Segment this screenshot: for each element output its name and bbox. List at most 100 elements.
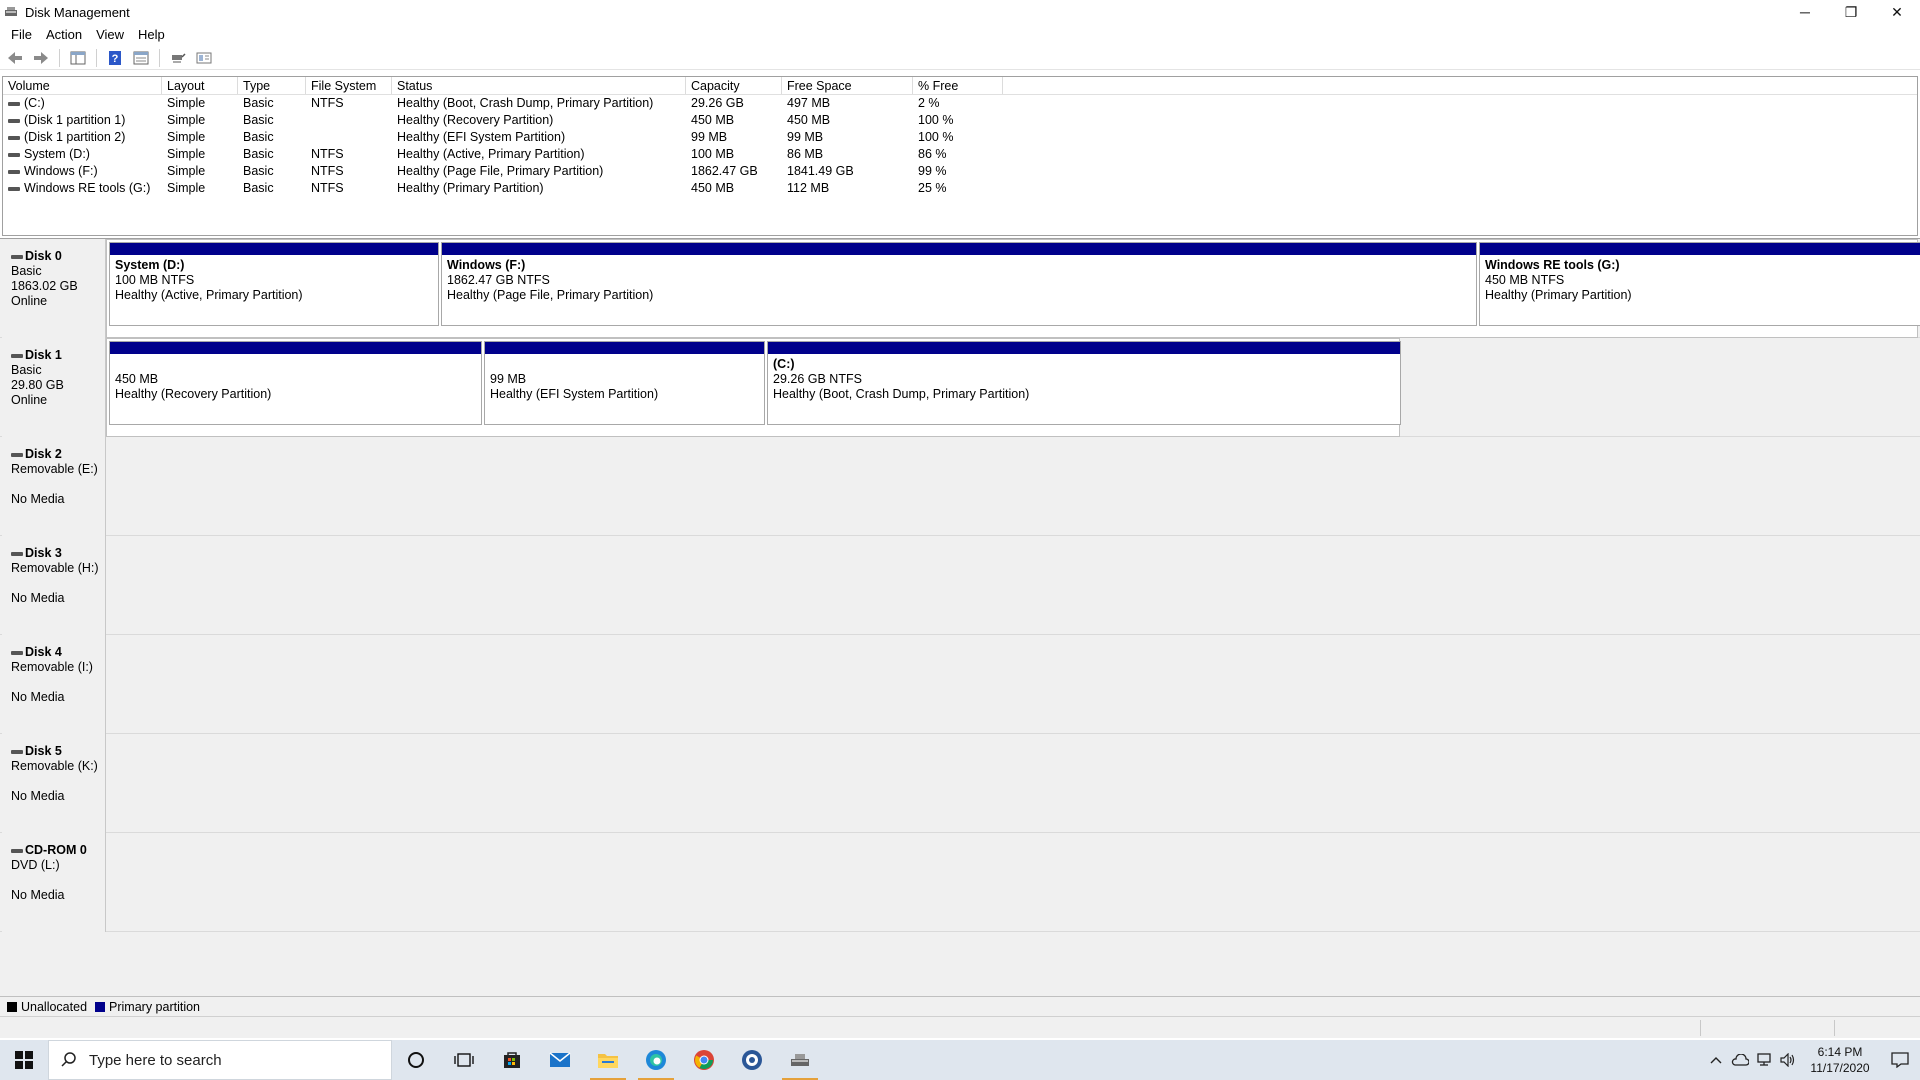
- column-header-percent-free[interactable]: % Free: [913, 77, 1003, 94]
- file-system-cell: [306, 112, 392, 129]
- disk-label[interactable]: Disk 4 Removable (I:) No Media: [2, 635, 106, 734]
- disk-info-line3: Online: [11, 393, 48, 407]
- layout-cell: Simple: [167, 147, 206, 161]
- volume-row[interactable]: System (D:) Simple Basic NTFS Healthy (Activ…: [3, 146, 1917, 163]
- percent-free-cell: 2 %: [918, 96, 940, 110]
- help-icon[interactable]: ?: [104, 48, 126, 68]
- close-button[interactable]: ✕: [1874, 0, 1920, 24]
- legend: Unallocated Primary partition: [0, 996, 1920, 1016]
- disk-label[interactable]: Disk 0 Basic 1863.02 GB Online: [2, 239, 106, 338]
- volume-name: (C:): [24, 96, 45, 110]
- free-space-cell: 450 MB: [787, 113, 831, 127]
- menu-help[interactable]: Help: [131, 27, 172, 42]
- disk-info-line1: Removable (I:): [11, 660, 93, 674]
- partition-status: Healthy (Active, Primary Partition): [115, 288, 303, 302]
- app-icon[interactable]: [728, 1040, 776, 1080]
- chrome-icon[interactable]: [680, 1040, 728, 1080]
- toolbar-separator: [159, 48, 160, 67]
- partition-block[interactable]: (C:) 29.26 GB NTFS Healthy (Boot, Crash Du…: [767, 341, 1401, 425]
- primary-partition-bar: [442, 243, 1476, 255]
- disk-empty-area: [106, 734, 1920, 833]
- volume-row[interactable]: (C:) Simple Basic NTFS Healthy (Boot, Crash …: [3, 95, 1917, 112]
- partition-name: [490, 357, 764, 372]
- partition-block[interactable]: 450 MB Healthy (Recovery Partition): [109, 341, 482, 425]
- partition-block[interactable]: Windows RE tools (G:) 450 MB NTFS Healthy …: [1479, 242, 1920, 326]
- column-header-type[interactable]: Type: [238, 77, 306, 94]
- disk-name-text: Disk 2: [25, 447, 62, 461]
- free-space-cell: 99 MB: [787, 130, 824, 144]
- connect-icon[interactable]: [167, 48, 189, 68]
- start-button[interactable]: [0, 1040, 48, 1080]
- volume-icon[interactable]: [1776, 1040, 1800, 1080]
- status-bar-divider: [1700, 1020, 1701, 1036]
- restore-button[interactable]: ❐: [1828, 0, 1874, 24]
- volume-icon: [8, 152, 20, 157]
- notification-center-icon[interactable]: [1880, 1040, 1920, 1080]
- disk-info-line3: No Media: [11, 690, 65, 704]
- disk-name-text: Disk 4: [25, 645, 62, 659]
- disk-info-line3: No Media: [11, 888, 65, 902]
- disk-management-icon[interactable]: [776, 1040, 824, 1080]
- column-header-file-system[interactable]: File System: [306, 77, 392, 94]
- volume-row[interactable]: Windows RE tools (G:) Simple Basic NTFS Heal…: [3, 180, 1917, 197]
- legend-item-unallocated: Unallocated: [7, 1000, 87, 1014]
- disk-label[interactable]: Disk 5 Removable (K:) No Media: [2, 734, 106, 833]
- cortana-icon[interactable]: [392, 1040, 440, 1080]
- partition-name: Windows (F:): [447, 258, 526, 272]
- disk-icon: [11, 749, 23, 754]
- partition-status: Healthy (EFI System Partition): [490, 387, 659, 401]
- show-hidden-icons-chevron-icon[interactable]: [1704, 1040, 1728, 1080]
- disk-name: Disk 3: [11, 546, 105, 561]
- disk-label[interactable]: Disk 2 Removable (E:) No Media: [2, 437, 106, 536]
- file-explorer-icon[interactable]: [584, 1040, 632, 1080]
- volume-row[interactable]: (Disk 1 partition 1) Simple Basic Healthy (…: [3, 112, 1917, 129]
- store-icon[interactable]: [488, 1040, 536, 1080]
- partition-block[interactable]: System (D:) 100 MB NTFS Healthy (Active, P…: [109, 242, 439, 326]
- toolbar: ?: [0, 46, 1920, 70]
- disk-info-line2: [11, 675, 105, 690]
- disk-empty-area: [106, 536, 1920, 635]
- volume-icon: [8, 135, 20, 140]
- disk-info-line2: [11, 873, 105, 888]
- settings-panel-icon[interactable]: [193, 48, 215, 68]
- taskbar-search-box[interactable]: Type here to search: [48, 1040, 392, 1080]
- partition-block[interactable]: 99 MB Healthy (EFI System Partition): [484, 341, 765, 425]
- disk-label[interactable]: Disk 3 Removable (H:) No Media: [2, 536, 106, 635]
- disk-map: Disk 0 Basic 1863.02 GB Online System (D:) 10…: [0, 238, 1920, 998]
- status-cell: Healthy (EFI System Partition): [397, 130, 566, 144]
- mail-icon[interactable]: [536, 1040, 584, 1080]
- show-hide-console-tree-icon[interactable]: [67, 48, 89, 68]
- free-space-cell: 497 MB: [787, 96, 831, 110]
- menu-view[interactable]: View: [89, 27, 131, 42]
- network-icon[interactable]: [1752, 1040, 1776, 1080]
- task-view-icon[interactable]: [440, 1040, 488, 1080]
- column-header-free-space[interactable]: Free Space: [782, 77, 913, 94]
- onedrive-icon[interactable]: [1728, 1040, 1752, 1080]
- status-bar: [0, 1016, 1920, 1038]
- disk-info-line1: Removable (H:): [11, 561, 99, 575]
- column-header-layout[interactable]: Layout: [162, 77, 238, 94]
- properties-icon[interactable]: [130, 48, 152, 68]
- disk-info-line1: DVD (L:): [11, 858, 60, 872]
- partition-name: [115, 357, 481, 372]
- menu-file[interactable]: File: [4, 27, 39, 42]
- disk-label[interactable]: Disk 1 Basic 29.80 GB Online: [2, 338, 106, 437]
- taskbar-clock[interactable]: 6:14 PM 11/17/2020: [1800, 1044, 1880, 1076]
- partition-status: Healthy (Recovery Partition): [115, 387, 272, 401]
- volume-row[interactable]: Windows (F:) Simple Basic NTFS Healthy (Page…: [3, 163, 1917, 180]
- column-header-status[interactable]: Status: [392, 77, 686, 94]
- menu-action[interactable]: Action: [39, 27, 89, 42]
- back-icon[interactable]: [4, 48, 26, 68]
- layout-cell: Simple: [167, 113, 206, 127]
- edge-icon[interactable]: [632, 1040, 680, 1080]
- column-header-capacity[interactable]: Capacity: [686, 77, 782, 94]
- column-header-volume[interactable]: Volume: [3, 77, 162, 94]
- partition-block[interactable]: Windows (F:) 1862.47 GB NTFS Healthy (Page…: [441, 242, 1477, 326]
- disk-management-icon: [3, 4, 19, 20]
- disk-name-text: Disk 5: [25, 744, 62, 758]
- partition-size: 450 MB NTFS: [1485, 273, 1565, 287]
- minimize-button[interactable]: ─: [1782, 0, 1828, 24]
- volume-row[interactable]: (Disk 1 partition 2) Simple Basic Healthy (…: [3, 129, 1917, 146]
- forward-icon[interactable]: [30, 48, 52, 68]
- disk-label[interactable]: CD-ROM 0 DVD (L:) No Media: [2, 833, 106, 932]
